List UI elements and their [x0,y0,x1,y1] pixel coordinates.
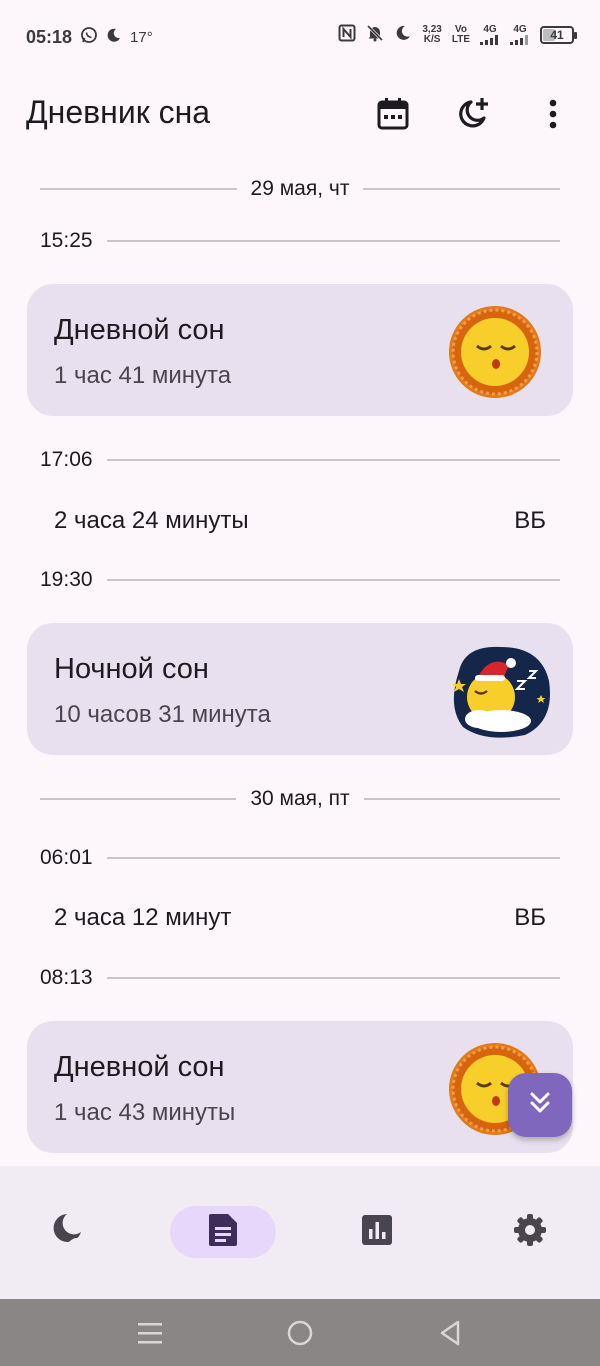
sleep-duration: 10 часов 31 минута [54,701,271,728]
double-chevron-down-icon [526,1089,554,1122]
awake-duration: 2 часа 24 минуты [54,507,249,534]
home-icon[interactable] [284,1317,316,1349]
divider [363,188,561,190]
net-speed: 3,23 K/S [422,23,442,45]
back-icon[interactable] [434,1317,466,1349]
nav-settings[interactable] [477,1206,583,1258]
bell-off-icon [366,24,384,45]
date-label: 30 мая, пт [250,787,350,810]
sleeping-moon-image [445,641,550,741]
nav-sleep[interactable] [14,1206,120,1258]
time-label: 15:25 [40,229,93,252]
date-separator: 29 мая, чт [40,174,561,204]
clock: 05:18 [26,27,73,47]
nav-diary[interactable] [170,1206,276,1258]
moon-icon [106,27,122,48]
sleeping-sun-image [445,302,545,402]
add-sleep-icon[interactable] [451,92,495,136]
date-separator: 30 мая, пт [40,784,560,814]
awake-entry[interactable]: 2 часа 12 минут ВБ [54,902,546,934]
calendar-icon[interactable] [371,92,415,136]
status-left: 05:18 17° [26,26,153,49]
sleep-duration: 1 час 43 минуты [54,1099,236,1126]
do-not-disturb-moon-icon [394,24,412,45]
system-navigation-bar [0,1299,600,1366]
sleep-icon [49,1212,85,1253]
whatsapp-icon [80,26,98,49]
date-label: 29 мая, чт [250,177,350,200]
divider [40,188,237,190]
time-label: 08:13 [40,966,93,989]
settings-icon [513,1213,547,1252]
page-title: Дневник сна [26,94,211,130]
bottom-navigation [0,1166,600,1299]
time-label: 06:01 [40,846,93,869]
awake-tag: ВБ [514,507,546,534]
status-right: 3,23 K/S Vo LTE 4G 4G 41 [338,23,577,45]
menu-icon[interactable] [134,1317,166,1349]
status-bar: 05:18 17° 3,23 K/S Vo LTE 4G 4G 41 [0,0,600,74]
scroll-down-button[interactable] [508,1073,572,1137]
divider [106,459,560,461]
time-label: 19:30 [40,568,93,591]
divider [106,579,560,581]
divider [40,798,237,800]
signal-1: 4G [480,24,500,45]
time-separator: 08:13 [40,963,560,993]
more-vert-icon[interactable] [531,92,575,136]
nav-stats[interactable] [324,1206,430,1258]
divider [106,857,560,859]
stats-icon [361,1214,393,1251]
diary-icon [208,1213,238,1252]
awake-tag: ВБ [514,904,546,931]
time-separator: 15:25 [40,226,560,256]
battery-icon: 41 [540,25,577,44]
sleep-type: Дневной сон [54,314,225,346]
temperature: 17° [130,29,153,46]
time-separator: 17:06 [40,445,560,475]
divider [106,240,560,242]
divider [106,977,560,979]
sleep-entry-card[interactable]: Дневной сон 1 час 41 минута [27,284,573,416]
nfc-icon [338,24,356,45]
sleep-type: Ночной сон [54,653,209,685]
volte-indicator: Vo LTE [451,23,470,45]
sleep-entry-card[interactable]: Дневной сон 1 час 43 минуты [27,1021,573,1153]
sleep-entry-card[interactable]: Ночной сон 10 часов 31 минута [27,623,573,755]
time-label: 17:06 [40,448,93,471]
sleep-type: Дневной сон [54,1051,225,1083]
time-separator: 19:30 [40,565,560,595]
time-separator: 06:01 [40,843,560,873]
divider [363,798,560,800]
sleep-duration: 1 час 41 минута [54,362,232,389]
awake-entry[interactable]: 2 часа 24 минуты ВБ [54,505,546,537]
awake-duration: 2 часа 12 минут [54,904,232,931]
signal-2: 4G [510,24,530,45]
